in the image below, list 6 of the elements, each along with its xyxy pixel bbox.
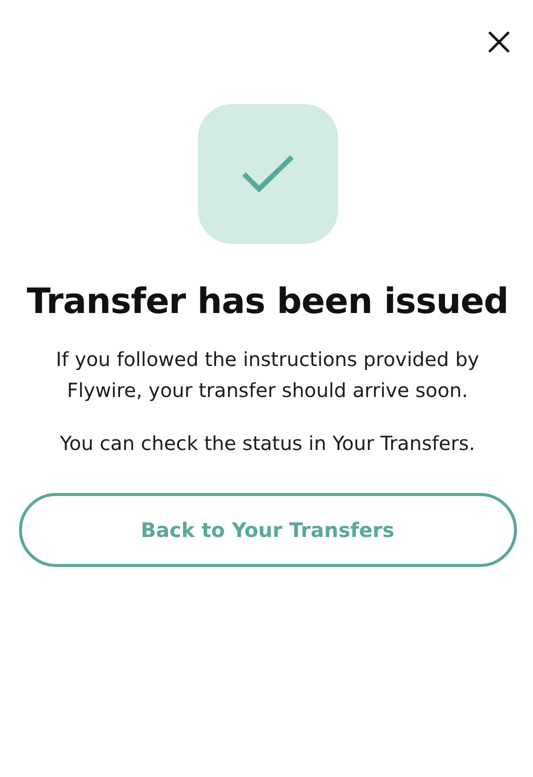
title: Transfer has been issued [26, 282, 508, 322]
message-text: If you followed the instructions provided by Flywire, your transfer should arrive soon. [54, 347, 480, 404]
checkmark-icon [240, 153, 294, 195]
message-text: You can check the status in Your Transfers. [60, 431, 476, 457]
back-button[interactable]: Back to Your Transfers [18, 493, 516, 567]
close-icon [488, 31, 510, 53]
